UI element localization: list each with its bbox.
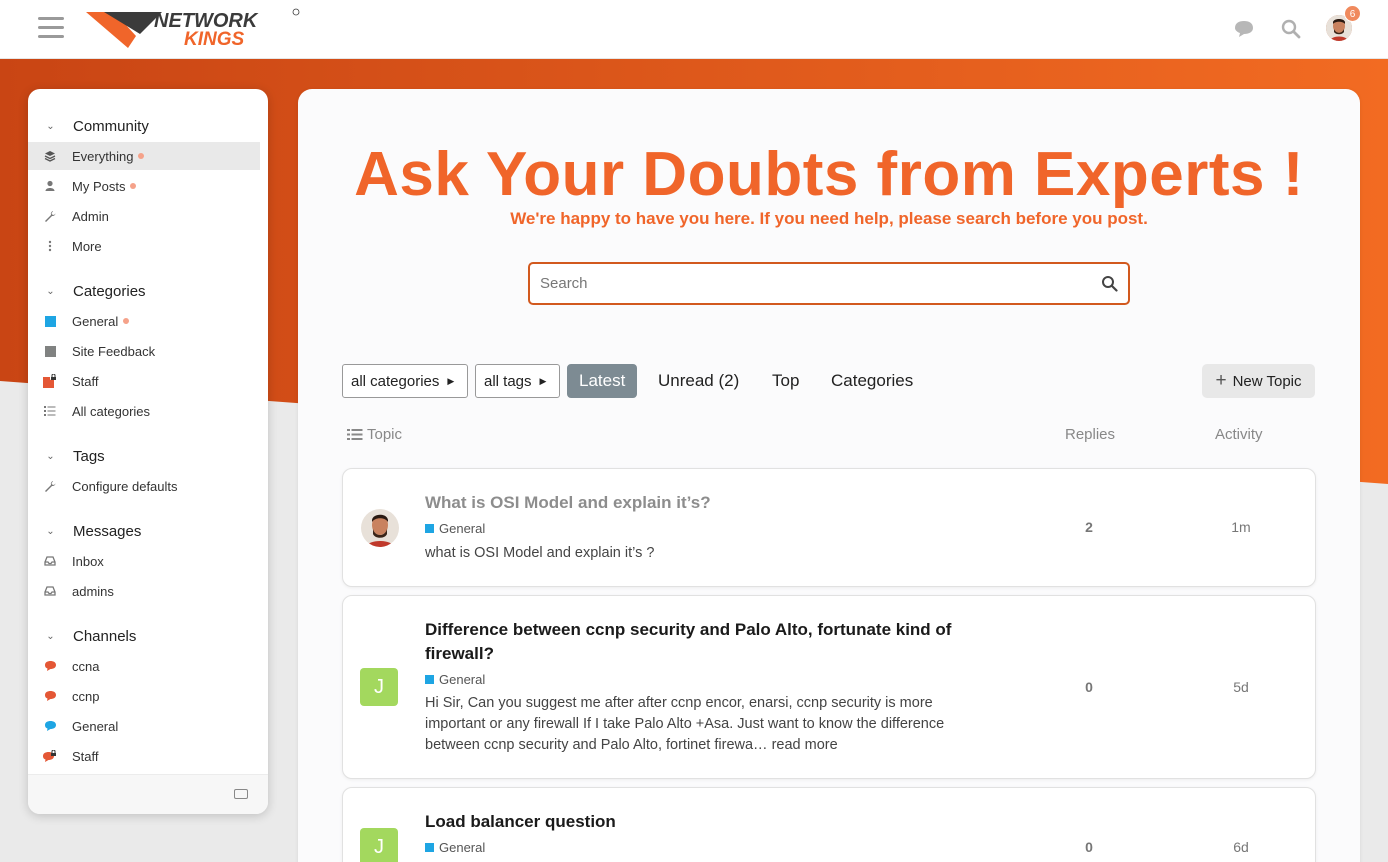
topic-category[interactable]: General [425,840,485,855]
svg-text:KINGS: KINGS [184,29,245,50]
lock-category-icon [28,374,72,388]
category-square-general [425,843,434,852]
topic-excerpt: Hi Sir, Can you suggest me after after c… [425,695,945,753]
wrench-icon [28,480,72,492]
new-topic-button[interactable]: + New Topic [1202,364,1315,398]
topic-excerpt: what is OSI Model and explain it’s ? [425,545,655,561]
sidebar-section-categories[interactable]: ⌄ Categories [28,279,145,303]
keyboard-shortcuts-icon[interactable] [234,789,248,799]
chevron-down-icon: ⌄ [46,525,55,537]
caret-right-icon: ▶ [539,375,547,386]
topic-replies-count[interactable]: 0 [1073,839,1105,855]
unread-dot [123,318,130,324]
sidebar-item-staff[interactable]: Staff [28,367,260,395]
sidebar: ⌄ Community Everything My Posts Admin Mo… [28,89,268,814]
chat-bubble-icon [28,720,72,732]
chat-bubble-icon [28,660,72,672]
topic-category[interactable]: General [425,521,485,536]
topic-replies-count[interactable]: 2 [1073,519,1105,535]
list-icon [347,429,363,440]
sidebar-section-messages[interactable]: ⌄ Messages [28,519,141,543]
chevron-down-icon: ⌄ [46,285,55,297]
network-kings-logo-icon: NETWORK KINGS [86,8,300,50]
sidebar-item-channel-ccnp[interactable]: ccnp [28,682,260,710]
lock-chat-icon [28,749,72,763]
topic-replies-count[interactable]: 0 [1073,679,1105,695]
topic-activity-time[interactable]: 6d [1211,839,1271,855]
tab-top[interactable]: Top [772,364,799,398]
sidebar-item-configure-defaults[interactable]: Configure defaults [28,472,260,500]
sidebar-item-all-categories[interactable]: All categories [28,397,260,425]
wrench-icon [28,210,72,222]
plus-icon: + [1215,370,1227,391]
chevron-down-icon: ⌄ [46,450,55,462]
unread-dot [130,183,137,189]
inbox-icon [28,585,72,597]
topic-author-avatar[interactable]: J [360,828,398,862]
notification-badge[interactable]: 6 [1344,5,1361,22]
topic-row[interactable]: J Load balancer question General 0 6d [342,787,1316,862]
sidebar-item-inbox[interactable]: Inbox [28,547,260,575]
sidebar-item-more[interactable]: More [28,232,260,260]
sidebar-item-channel-ccna[interactable]: ccna [28,652,260,680]
sidebar-item-site-feedback[interactable]: Site Feedback [28,337,260,365]
chat-icon[interactable] [1233,18,1255,40]
main-content: Ask Your Doubts from Experts ! We're hap… [298,89,1360,862]
sidebar-item-channel-general[interactable]: General [28,712,260,740]
topic-activity-time[interactable]: 5d [1211,679,1271,695]
sidebar-item-everything[interactable]: Everything [28,142,260,170]
hamburger-menu-icon[interactable] [38,17,64,39]
topic-row[interactable]: What is OSI Model and explain it’s? Gene… [342,468,1316,587]
unread-dot [138,153,145,159]
sidebar-footer [28,774,268,814]
category-square-general [425,675,434,684]
inbox-icon [28,555,72,567]
chat-bubble-icon [28,690,72,702]
topic-title[interactable]: Difference between ccnp security and Pal… [425,618,985,666]
site-header: NETWORK KINGS 6 [0,0,1388,59]
user-icon [28,180,72,192]
sidebar-item-admins[interactable]: admins [28,577,260,605]
sidebar-item-channel-staff[interactable]: Staff [28,742,260,770]
topic-activity-time[interactable]: 1m [1211,519,1271,535]
search-icon[interactable] [1280,18,1302,40]
category-square-general [28,315,72,327]
category-square-site-feedback [28,345,72,357]
hero-title: Ask Your Doubts from Experts ! [354,140,1304,209]
sidebar-item-admin[interactable]: Admin [28,202,260,230]
sidebar-section-tags[interactable]: ⌄ Tags [28,444,104,468]
sidebar-item-my-posts[interactable]: My Posts [28,172,260,200]
search-input[interactable] [530,264,1070,303]
layers-icon [28,150,72,162]
column-header-activity[interactable]: Activity [1215,426,1263,443]
chevron-down-icon: ⌄ [46,630,55,642]
column-header-topic[interactable]: Topic [347,426,402,443]
categories-dropdown[interactable]: all categories ▶ [342,364,468,398]
search-bar[interactable] [528,262,1130,305]
user-avatar-icon [361,509,399,547]
tags-dropdown[interactable]: all tags ▶ [475,364,560,398]
topic-author-avatar[interactable] [361,509,399,547]
topic-title[interactable]: Load balancer question [425,810,985,834]
site-logo[interactable]: NETWORK KINGS [84,6,304,57]
search-icon[interactable] [1101,275,1118,292]
topic-author-avatar[interactable]: J [360,668,398,706]
vertical-ellipsis-icon [28,240,72,252]
caret-right-icon: ▶ [447,375,455,386]
sidebar-section-community[interactable]: ⌄ Community [28,114,149,138]
list-icon [28,405,72,417]
sidebar-item-general[interactable]: General [28,307,260,335]
topic-category[interactable]: General [425,672,485,687]
chevron-down-icon: ⌄ [46,120,55,132]
column-header-replies[interactable]: Replies [1065,426,1115,443]
tab-unread[interactable]: Unread (2) [658,364,739,398]
category-square-general [425,524,434,533]
tab-latest[interactable]: Latest [567,364,638,398]
tab-categories[interactable]: Categories [831,364,913,398]
topic-title[interactable]: What is OSI Model and explain it’s? [425,491,985,515]
hero-subtitle: We're happy to have you here. If you nee… [510,209,1148,228]
topic-row[interactable]: J Difference between ccnp security and P… [342,595,1316,779]
sidebar-section-channels[interactable]: ⌄ Channels [28,624,136,648]
